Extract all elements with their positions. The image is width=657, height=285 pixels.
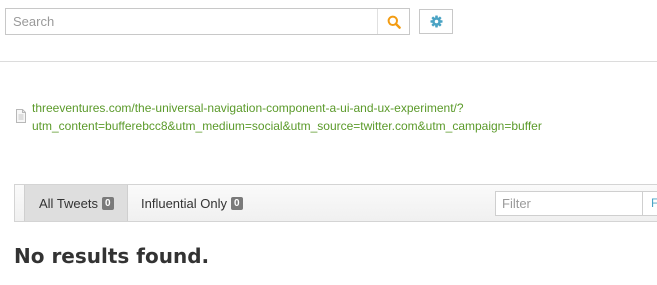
no-results-message: No results found. [14, 244, 210, 268]
page-url-link[interactable]: threeventures.com/the-universal-navigati… [32, 99, 654, 135]
count-badge: 0 [231, 196, 243, 210]
search-input[interactable] [6, 9, 377, 34]
settings-button[interactable] [419, 9, 453, 34]
page-url-row: threeventures.com/the-universal-navigati… [14, 99, 654, 135]
search-box [5, 8, 410, 35]
tab-influential-only[interactable]: Influential Only 0 [141, 185, 243, 221]
tweet-tab-bar: All Tweets 0 Influential Only 0 F [14, 184, 657, 222]
search-button[interactable] [377, 9, 409, 34]
search-icon [387, 15, 401, 29]
tab-label: All Tweets [39, 195, 99, 211]
document-icon [16, 109, 26, 123]
filter-button[interactable]: F [643, 191, 657, 216]
header-divider [0, 61, 657, 62]
tab-label: Influential Only [141, 195, 227, 211]
filter-input[interactable] [495, 191, 643, 216]
count-badge: 0 [102, 196, 114, 210]
tab-all-tweets[interactable]: All Tweets 0 [24, 185, 128, 221]
gear-icon [429, 15, 443, 28]
